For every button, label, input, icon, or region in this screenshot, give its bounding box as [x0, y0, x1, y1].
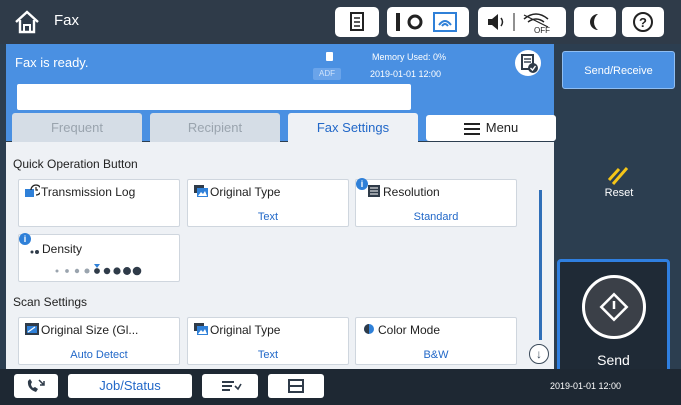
density-marker: [94, 264, 100, 268]
card-label: Density: [42, 242, 83, 256]
document-icon: [350, 12, 364, 31]
scan-original-type-card[interactable]: Original Type Text: [187, 317, 349, 365]
bottom-datetime: 2019-01-01 12:00: [549, 381, 621, 391]
card-label: Transmission Log: [41, 185, 136, 199]
reset-button[interactable]: Reset: [596, 187, 642, 199]
density-step: [113, 267, 121, 275]
preview-icon: [222, 381, 242, 391]
card-value: Text: [257, 349, 279, 361]
tray-icon: [288, 379, 304, 393]
card-label: Original Type: [210, 323, 281, 337]
density-step: [94, 268, 100, 274]
on-hook-button[interactable]: [14, 374, 58, 398]
density-step: [55, 269, 59, 273]
sleep-button[interactable]: [574, 7, 616, 37]
quick-operation-title: Quick Operation Button: [13, 157, 138, 171]
card-value: B&W: [423, 349, 449, 361]
job-status-button[interactable]: Job/Status: [68, 374, 192, 398]
density-step: [74, 268, 80, 274]
main-panel: Fax is ready. ADF Memory Used: 0% 2019-0…: [6, 44, 556, 370]
image-icon: [194, 185, 208, 197]
start-icon: [582, 275, 646, 339]
help-icon: ?: [633, 12, 653, 32]
density-step: [103, 267, 111, 275]
transmission-log-icon: [25, 184, 40, 197]
help-button[interactable]: ?: [622, 7, 664, 37]
scrollbar[interactable]: [539, 190, 542, 340]
tab-bar: Frequent Recipient Fax Settings Menu: [12, 113, 556, 143]
density-step: [65, 269, 69, 273]
header-bar: Fax OFF ?: [0, 0, 681, 44]
send-receive-button[interactable]: Send/Receive: [562, 51, 675, 89]
sleep-icon: [590, 14, 598, 30]
document-status-button[interactable]: [335, 7, 379, 37]
color-mode-icon: [364, 324, 374, 334]
menu-button[interactable]: Menu: [426, 115, 556, 141]
stop-button[interactable]: [268, 374, 324, 398]
original-type-card[interactable]: Original Type Text: [187, 179, 349, 227]
image-icon: [194, 323, 208, 335]
card-value: Auto Detect: [70, 349, 128, 361]
card-label: Original Size (Gl...: [41, 323, 139, 337]
page-title: Fax: [54, 12, 80, 29]
fax-number-field[interactable]: [17, 84, 411, 110]
tab-frequent[interactable]: Frequent: [12, 113, 142, 143]
svg-text:OFF: OFF: [534, 26, 550, 35]
card-value: Text: [257, 211, 279, 223]
svg-text:?: ?: [639, 15, 647, 30]
send-label: Send: [597, 352, 630, 368]
preview-button[interactable]: [202, 374, 258, 398]
card-value: Standard: [413, 211, 459, 223]
original-size-icon: [25, 323, 39, 335]
fax-log-icon: [521, 54, 538, 73]
color-mode-card[interactable]: Color Mode B&W: [355, 317, 517, 365]
reset-icon[interactable]: [607, 164, 635, 188]
wifi-direct-icon: [396, 12, 457, 32]
arrow-down-icon: ↓: [536, 347, 542, 361]
adf-icon: [326, 52, 333, 61]
sound-wifi-button[interactable]: OFF: [478, 7, 566, 37]
home-icon[interactable]: [14, 10, 40, 34]
transmission-log-card[interactable]: Transmission Log: [18, 179, 180, 227]
volume-icon: OFF: [488, 13, 550, 35]
menu-icon: [463, 122, 480, 135]
card-label: Resolution: [383, 185, 440, 199]
settings-list: Quick Operation Button Transmission Log …: [6, 142, 554, 370]
send-button[interactable]: Send: [557, 259, 670, 379]
network-status-button[interactable]: [387, 7, 469, 37]
resolution-icon: [368, 185, 380, 197]
scan-settings-title: Scan Settings: [13, 295, 88, 309]
scroll-down-button[interactable]: ↓: [529, 344, 549, 364]
bottom-bar: Job/Status 2019-01-01 12:00: [0, 369, 681, 405]
status-datetime: 2019-01-01 12:00: [370, 69, 442, 79]
fax-log-button[interactable]: [515, 50, 541, 76]
density-slider[interactable]: [19, 263, 181, 279]
original-size-card[interactable]: Original Size (Gl... Auto Detect: [18, 317, 180, 365]
card-label: Color Mode: [378, 323, 441, 337]
density-step: [84, 268, 90, 274]
density-card[interactable]: i Density: [18, 233, 181, 282]
phone-icon: [27, 379, 45, 392]
status-area: Fax is ready. ADF Memory Used: 0% 2019-0…: [6, 44, 556, 143]
adf-label: ADF: [313, 68, 341, 80]
status-message: Fax is ready.: [15, 55, 89, 70]
card-label: Original Type: [210, 185, 281, 199]
tab-recipient[interactable]: Recipient: [150, 113, 280, 143]
menu-label: Menu: [485, 120, 519, 135]
memory-used: Memory Used: 0%: [372, 52, 447, 62]
density-step: [132, 266, 142, 276]
tab-fax-settings[interactable]: Fax Settings: [288, 113, 418, 143]
density-step: [123, 267, 131, 275]
resolution-card[interactable]: i Resolution Standard: [355, 178, 517, 227]
